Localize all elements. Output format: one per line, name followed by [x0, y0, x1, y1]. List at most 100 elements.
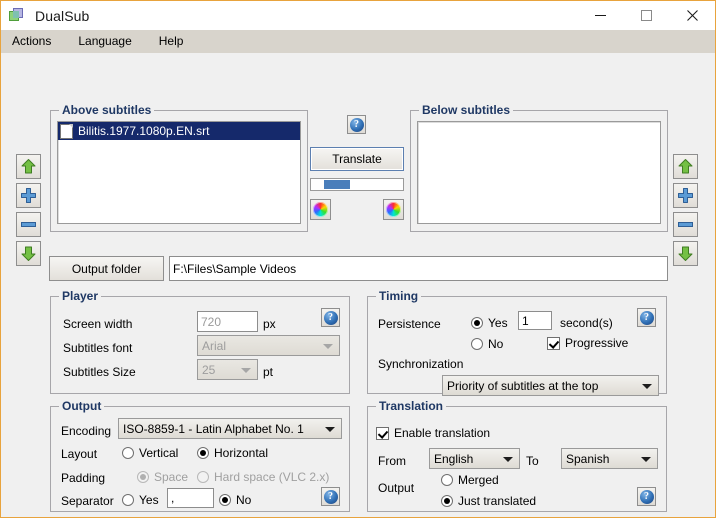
center-help-button[interactable]: ? [347, 115, 366, 134]
padding-space-radio[interactable]: Space [137, 470, 188, 484]
maximize-button[interactable] [623, 1, 669, 30]
subtitles-size-unit: pt [263, 365, 274, 379]
output-folder-label: Output folder [71, 261, 142, 276]
minimize-button[interactable] [577, 1, 623, 30]
translate-progress-bar [310, 178, 404, 191]
chevron-down-icon [641, 456, 651, 462]
persistence-no-label: No [488, 337, 504, 351]
chevron-down-icon [241, 367, 251, 373]
subtitles-font-label: Subtitles font [63, 341, 133, 355]
document-icon [60, 123, 73, 139]
subtitles-size-value: 25 [202, 362, 216, 377]
timing-title: Timing [376, 289, 422, 303]
below-subtitles-title: Below subtitles [419, 103, 514, 117]
layout-horizontal-radio[interactable]: Horizontal [197, 446, 268, 460]
padding-hard-space-label: Hard space (VLC 2.x) [214, 470, 330, 484]
output-folder-path-value: F:\Files\Sample Videos [173, 261, 297, 276]
above-color-button[interactable] [310, 199, 331, 220]
blue-minus-icon [678, 222, 693, 227]
right-add-button[interactable] [673, 183, 698, 208]
screen-width-label: Screen width [63, 317, 133, 331]
translate-button[interactable]: Translate [310, 147, 404, 171]
output-merged-radio[interactable]: Merged [441, 473, 499, 487]
green-up-arrow-icon [678, 159, 693, 174]
output-just-translated-label: Just translated [458, 494, 537, 508]
left-move-down-button[interactable] [16, 241, 41, 266]
enable-translation-label: Enable translation [394, 426, 491, 440]
separator-yes-radio[interactable]: Yes [122, 493, 159, 507]
right-move-up-button[interactable] [673, 154, 698, 179]
progressive-checkbox[interactable]: Progressive [547, 336, 628, 350]
persistence-seconds-value: 1 [522, 313, 529, 328]
padding-hard-space-radio[interactable]: Hard space (VLC 2.x) [197, 470, 329, 484]
screen-width-input[interactable]: 720 [197, 311, 258, 332]
synchronization-value: Priority of subtitles at the top [447, 378, 599, 393]
client-area: Above subtitles Bilitis.1977.1080p.EN.sr… [1, 53, 715, 517]
menu-language[interactable]: Language [76, 32, 142, 51]
left-remove-button[interactable] [16, 212, 41, 237]
persistence-label: Persistence [378, 317, 441, 331]
layout-label: Layout [61, 447, 98, 461]
left-add-button[interactable] [16, 183, 41, 208]
separator-value: , [171, 491, 175, 505]
menu-help[interactable]: Help [157, 32, 195, 51]
translation-title: Translation [376, 399, 447, 413]
color-wheel-icon [386, 202, 401, 217]
below-color-button[interactable] [383, 199, 404, 220]
translation-help-button[interactable]: ? [637, 487, 656, 506]
menu-bar: Actions Language Help [1, 30, 715, 53]
synchronization-select[interactable]: Priority of subtitles at the top [442, 375, 659, 396]
timing-help-button[interactable]: ? [637, 308, 656, 327]
player-help-button[interactable]: ? [321, 308, 340, 327]
below-subtitles-list[interactable] [417, 121, 661, 224]
subtitles-size-select[interactable]: 25 [197, 359, 258, 380]
color-wheel-icon [313, 202, 328, 217]
help-icon: ? [639, 310, 654, 325]
close-button[interactable] [669, 1, 715, 30]
output-folder-button[interactable]: Output folder [49, 256, 164, 281]
chevron-down-icon [642, 383, 652, 389]
layout-vertical-label: Vertical [139, 446, 179, 460]
output-help-button[interactable]: ? [321, 487, 340, 506]
help-icon: ? [323, 489, 338, 504]
app-icon [9, 7, 25, 24]
green-down-arrow-icon [678, 246, 693, 261]
output-merged-label: Merged [458, 473, 499, 487]
padding-space-label: Space [154, 470, 189, 484]
output-title: Output [59, 399, 105, 413]
from-label: From [378, 454, 406, 468]
separator-input[interactable]: , [167, 488, 214, 508]
left-move-up-button[interactable] [16, 154, 41, 179]
output-folder-path-input[interactable]: F:\Files\Sample Videos [169, 256, 668, 281]
blue-plus-icon [21, 188, 36, 203]
progressive-label: Progressive [565, 336, 629, 350]
separator-label: Separator [61, 494, 114, 508]
persistence-yes-radio[interactable]: Yes [471, 316, 508, 330]
separator-no-radio[interactable]: No [219, 493, 251, 507]
above-subtitles-title: Above subtitles [59, 103, 155, 117]
to-language-select[interactable]: Spanish [561, 448, 658, 469]
player-title: Player [59, 289, 102, 303]
translation-output-label: Output [378, 481, 415, 495]
subtitles-font-select[interactable]: Arial [197, 335, 340, 356]
output-just-translated-radio[interactable]: Just translated [441, 494, 536, 508]
help-icon: ? [323, 310, 338, 325]
list-item[interactable]: Bilitis.1977.1080p.EN.srt [58, 122, 300, 140]
encoding-label: Encoding [61, 424, 112, 438]
encoding-select[interactable]: ISO-8859-1 - Latin Alphabet No. 1 [118, 418, 342, 439]
separator-yes-label: Yes [139, 493, 159, 507]
menu-actions[interactable]: Actions [10, 32, 62, 51]
persistence-no-radio[interactable]: No [471, 337, 503, 351]
enable-translation-checkbox[interactable]: Enable translation [376, 426, 490, 440]
from-language-select[interactable]: English [429, 448, 520, 469]
layout-vertical-radio[interactable]: Vertical [122, 446, 178, 460]
green-down-arrow-icon [21, 246, 36, 261]
layout-horizontal-label: Horizontal [214, 446, 269, 460]
persistence-yes-label: Yes [488, 316, 508, 330]
right-remove-button[interactable] [673, 212, 698, 237]
persistence-seconds-input[interactable]: 1 [518, 311, 552, 330]
green-up-arrow-icon [21, 159, 36, 174]
above-subtitles-list[interactable]: Bilitis.1977.1080p.EN.srt [57, 121, 301, 224]
blue-plus-icon [678, 188, 693, 203]
right-move-down-button[interactable] [673, 241, 698, 266]
